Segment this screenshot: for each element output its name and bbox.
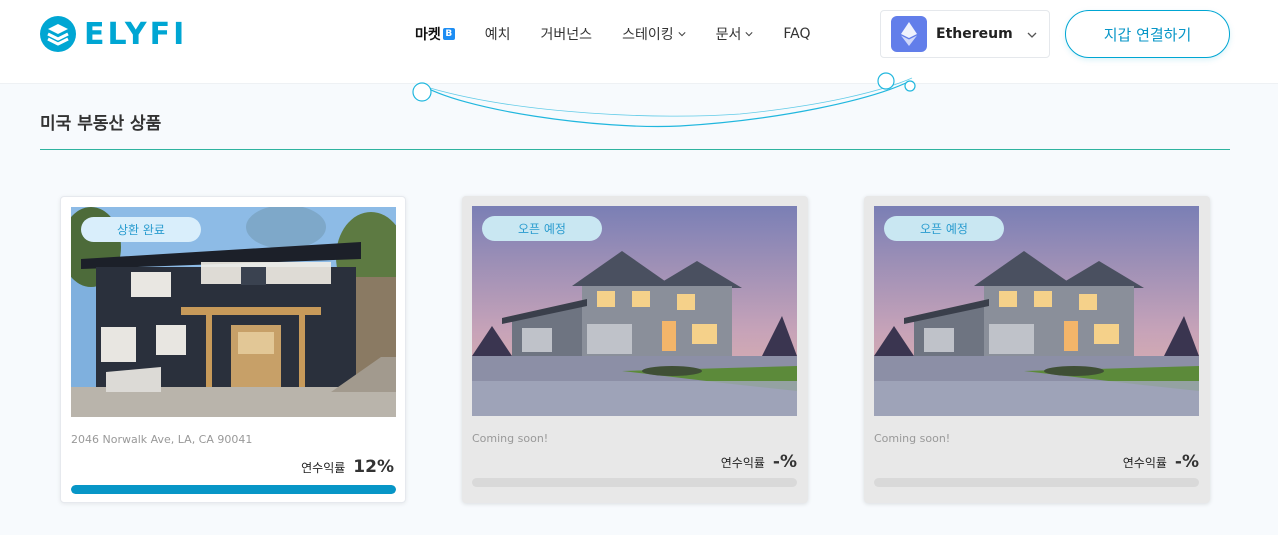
property-image: 오픈 예정 — [472, 206, 797, 416]
yield-label: 연수익률 — [720, 456, 765, 470]
status-badge: 상환 완료 — [81, 217, 201, 242]
network-label: Ethereum — [936, 26, 1013, 42]
product-card[interactable]: 오픈 예정 Coming soon! 연수익률 -% — [864, 196, 1210, 503]
nav-docs[interactable]: 문서 — [716, 24, 754, 44]
beta-badge: B — [442, 28, 455, 40]
chevron-down-icon — [678, 32, 686, 37]
yield-label: 연수익률 — [1122, 456, 1167, 470]
yield-label: 연수익률 — [301, 461, 346, 475]
status-badge: 오픈 예정 — [884, 216, 1004, 241]
section-divider — [40, 149, 1230, 150]
logo-text: ELYFI — [84, 16, 188, 52]
funding-progress-bar — [71, 485, 396, 494]
nav-market-label: 마켓 — [415, 27, 441, 43]
yield-value: -% — [772, 452, 797, 472]
nav-staking-label: 스테이킹 — [622, 27, 674, 43]
annual-yield: 연수익률 12% — [301, 457, 394, 477]
yield-value: 12% — [353, 457, 394, 477]
chevron-down-icon — [745, 32, 753, 37]
nav-deposit[interactable]: 예치 — [485, 24, 511, 44]
elyfi-logo-icon — [40, 16, 76, 52]
property-address: Coming soon! — [472, 432, 549, 445]
product-card[interactable]: 상환 완료 2046 Norwalk Ave, LA, CA 90041 연수익… — [60, 196, 406, 503]
section-title: 미국 부동산 상품 — [40, 114, 162, 134]
yield-value: -% — [1174, 452, 1199, 472]
property-address: Coming soon! — [874, 432, 951, 445]
property-image: 상환 완료 — [71, 207, 396, 417]
nav-governance[interactable]: 거버넌스 — [541, 24, 593, 44]
decorative-curve — [412, 72, 916, 128]
property-address: 2046 Norwalk Ave, LA, CA 90041 — [71, 433, 253, 446]
funding-progress-bar — [874, 478, 1199, 487]
property-image: 오픈 예정 — [874, 206, 1199, 416]
elyfi-logo[interactable]: ELYFI — [40, 16, 187, 52]
nav-governance-label: 거버넌스 — [540, 27, 593, 43]
annual-yield: 연수익률 -% — [721, 452, 797, 472]
network-selector[interactable]: Ethereum — [880, 10, 1050, 58]
nav-market[interactable]: 마켓 B — [415, 24, 455, 44]
annual-yield: 연수익률 -% — [1123, 452, 1199, 472]
ethereum-icon — [891, 16, 927, 52]
connect-wallet-button[interactable]: 지갑 연결하기 — [1065, 10, 1230, 58]
nav-docs-label: 문서 — [715, 27, 742, 43]
nav-deposit-label: 예치 — [484, 27, 511, 43]
funding-progress-bar — [472, 478, 797, 487]
chevron-down-icon — [1027, 32, 1037, 38]
progress-fill — [71, 485, 396, 494]
status-badge: 오픈 예정 — [482, 216, 602, 241]
nav-staking[interactable]: 스테이킹 — [622, 24, 686, 44]
nav-faq-label: FAQ — [783, 26, 811, 42]
main-nav: 마켓 B 예치 거버넌스 스테이킹 문서 FAQ — [415, 24, 840, 44]
nav-faq[interactable]: FAQ — [783, 26, 810, 42]
product-card[interactable]: 오픈 예정 Coming soon! 연수익률 -% — [462, 196, 808, 503]
